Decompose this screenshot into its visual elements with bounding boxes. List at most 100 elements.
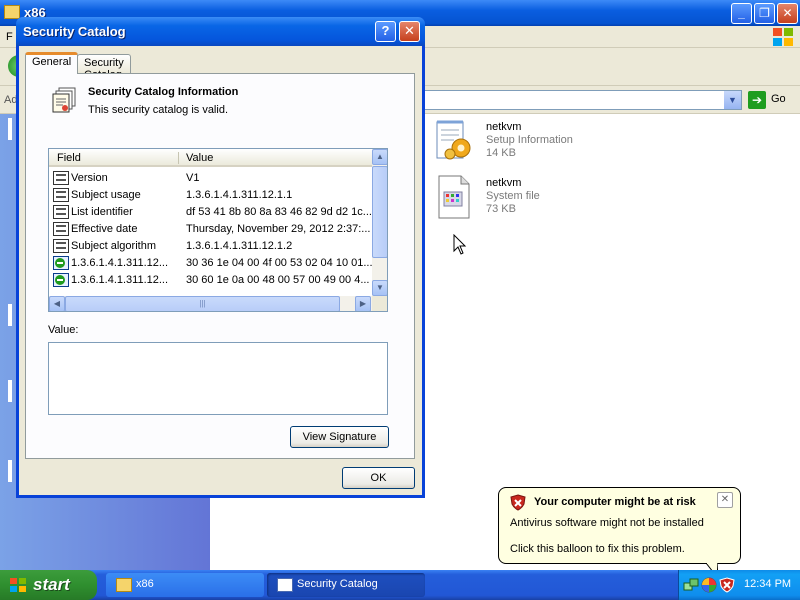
balloon-action-text[interactable]: Click this balloon to fix this problem. <box>510 543 685 555</box>
file-type: Setup Information <box>486 134 573 146</box>
go-button[interactable]: ➔ Go <box>748 90 796 110</box>
windows-logo-icon <box>10 578 26 592</box>
file-name: netkvm <box>486 121 522 133</box>
file-size: 14 KB <box>486 147 516 159</box>
system-tray: 12:34 PM <box>678 570 800 600</box>
dialog-close-button[interactable]: ✕ <box>399 21 420 42</box>
field-icon <box>53 171 69 185</box>
go-label: Go <box>771 93 786 105</box>
vertical-scrollbar[interactable]: ▲ ▼ <box>372 149 387 296</box>
folder-icon <box>116 578 132 592</box>
start-button[interactable]: start <box>0 570 97 600</box>
address-input[interactable]: ▼ <box>420 90 742 110</box>
value-textbox[interactable] <box>48 342 388 415</box>
table-row[interactable]: List identifier df 53 41 8b 80 8a 83 46 … <box>49 204 372 221</box>
row-value: df 53 41 8b 80 8a 83 46 82 9d d2 1c... <box>186 206 372 218</box>
taskbar-item-label: Security Catalog <box>297 578 378 590</box>
row-value: 30 60 1e 0a 00 48 00 57 00 49 00 4... <box>186 274 370 286</box>
certificate-icon <box>52 87 76 113</box>
explorer-close-button[interactable]: ✕ <box>777 3 798 24</box>
task-pane-marker <box>8 460 12 482</box>
row-value: Thursday, November 29, 2012 2:37:... <box>186 223 371 235</box>
table-row[interactable]: 1.3.6.1.4.1.311.12... 30 60 1e 0a 00 48 … <box>49 272 372 289</box>
extension-icon <box>53 256 69 270</box>
field-list[interactable]: Field Value Version V1 Subject usage 1.3… <box>48 148 388 312</box>
dialog-body: General Security Catalog Security Catalo… <box>19 46 422 495</box>
row-field: List identifier <box>71 206 133 218</box>
help-button[interactable]: ? <box>375 21 396 42</box>
field-icon <box>53 239 69 253</box>
file-item[interactable]: netkvm System file 73 KB <box>434 174 654 222</box>
task-pane-marker <box>8 304 12 326</box>
maximize-button[interactable]: ❐ <box>754 3 775 24</box>
ok-button[interactable]: OK <box>342 467 415 489</box>
row-field: Subject usage <box>71 189 141 201</box>
file-type: System file <box>486 190 540 202</box>
row-field: 1.3.6.1.4.1.311.12... <box>71 274 169 286</box>
menu-file[interactable]: F <box>6 31 13 43</box>
balloon-title: Your computer might be at risk <box>534 496 696 508</box>
task-pane-marker <box>8 118 12 140</box>
security-balloon[interactable]: Your computer might be at risk ✕ Antivir… <box>498 487 741 564</box>
column-header-value[interactable]: Value <box>186 152 213 164</box>
field-icon <box>53 188 69 202</box>
mouse-cursor-icon <box>453 234 467 255</box>
balloon-close-button[interactable]: ✕ <box>717 492 733 508</box>
row-value: 1.3.6.1.4.1.311.12.1.2 <box>186 240 293 252</box>
info-subtitle: This security catalog is valid. <box>88 104 228 116</box>
table-row[interactable]: Version V1 <box>49 170 372 187</box>
chevron-down-icon[interactable]: ▼ <box>724 91 741 109</box>
scrollbar-corner <box>372 296 387 311</box>
taskbar-item-x86[interactable]: x86 <box>106 573 264 597</box>
scroll-up-icon[interactable]: ▲ <box>372 149 387 165</box>
row-field: Effective date <box>71 223 138 235</box>
table-row[interactable]: Subject usage 1.3.6.1.4.1.311.12.1.1 <box>49 187 372 204</box>
clock[interactable]: 12:34 PM <box>744 578 791 590</box>
file-name: netkvm <box>486 177 522 189</box>
horizontal-scrollbar[interactable]: ◀ ||| ▶ <box>49 296 372 311</box>
view-signature-button[interactable]: View Signature <box>290 426 389 448</box>
value-label: Value: <box>48 324 79 336</box>
scroll-thumb[interactable] <box>372 166 387 258</box>
taskbar-item-security-catalog[interactable]: Security Catalog <box>267 573 425 597</box>
file-size: 73 KB <box>486 203 516 215</box>
windows-logo-icon <box>773 28 793 46</box>
tab-panel: Security Catalog Information This securi… <box>25 73 415 459</box>
scroll-down-icon[interactable]: ▼ <box>372 280 387 296</box>
minimize-button[interactable]: _ <box>731 3 752 24</box>
info-title: Security Catalog Information <box>88 86 239 98</box>
security-shield-icon <box>510 494 526 511</box>
row-field: Subject algorithm <box>71 240 156 252</box>
row-field: 1.3.6.1.4.1.311.12... <box>71 257 169 269</box>
table-row[interactable]: Effective date Thursday, November 29, 20… <box>49 221 372 238</box>
table-row[interactable]: 1.3.6.1.4.1.311.12... 30 36 1e 04 00 4f … <box>49 255 372 272</box>
system-file-icon <box>438 175 470 219</box>
balloon-message: Antivirus software might not be installe… <box>510 517 704 529</box>
task-pane-marker <box>8 380 12 402</box>
row-value: 1.3.6.1.4.1.311.12.1.1 <box>186 189 293 201</box>
dialog-titlebar[interactable]: Security Catalog ? ✕ <box>16 17 425 46</box>
security-center-icon[interactable] <box>701 577 717 593</box>
table-row[interactable]: Subject algorithm 1.3.6.1.4.1.311.12.1.2 <box>49 238 372 255</box>
taskbar: start x86 Security Catalog 12:34 PM <box>0 570 800 600</box>
field-icon <box>53 222 69 236</box>
dialog-window-icon <box>277 578 293 592</box>
row-value: 30 36 1e 04 00 4f 00 53 02 04 10 01... <box>186 257 372 269</box>
dialog-title: Security Catalog <box>23 24 126 39</box>
tab-security-catalog[interactable]: Security Catalog <box>77 54 131 81</box>
scroll-left-icon[interactable]: ◀ <box>49 296 65 311</box>
folder-icon <box>4 5 20 19</box>
security-catalog-dialog: Security Catalog ? ✕ General Security Ca… <box>16 17 425 498</box>
start-label: start <box>33 575 70 594</box>
go-arrow-icon: ➔ <box>748 91 766 109</box>
file-item[interactable]: netkvm Setup Information 14 KB <box>434 118 654 166</box>
scroll-thumb[interactable]: ||| <box>65 296 340 311</box>
column-separator[interactable] <box>178 152 179 164</box>
shield-alert-icon[interactable] <box>719 577 735 593</box>
network-icon[interactable] <box>683 577 699 593</box>
field-icon <box>53 205 69 219</box>
row-value: V1 <box>186 172 200 184</box>
scroll-right-icon[interactable]: ▶ <box>355 296 371 311</box>
tab-general[interactable]: General <box>25 52 79 74</box>
column-header-field[interactable]: Field <box>57 152 81 164</box>
